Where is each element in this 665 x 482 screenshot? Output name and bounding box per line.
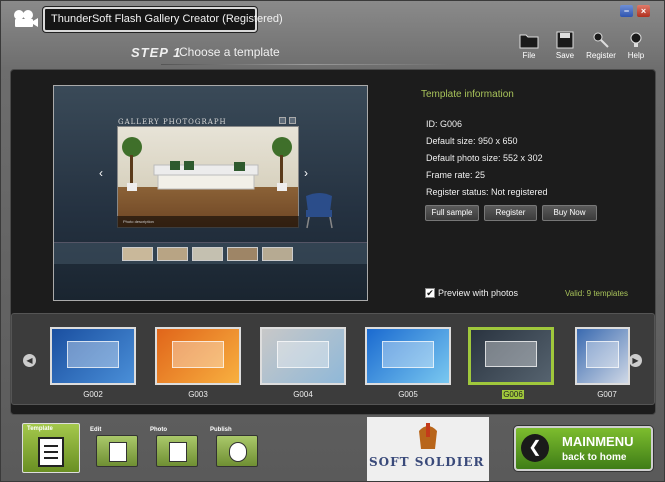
- template-label: G004: [293, 390, 313, 399]
- app-window: ThunderSoft Flash Gallery Creator (Regis…: [0, 0, 665, 482]
- template-preview-frame: [586, 340, 619, 368]
- key-icon: [593, 32, 609, 48]
- template-preview-frame: [66, 340, 120, 368]
- gallery-title: GALLERY PHOTOGRAPH: [118, 118, 227, 126]
- template-thumbnail-g005[interactable]: [365, 327, 451, 385]
- valid-templates-text: Valid: 9 templates: [565, 289, 628, 298]
- frame-rate: Frame rate: 25: [426, 170, 486, 180]
- step-underline: [161, 64, 451, 65]
- default-size: Default size: 950 x 650: [426, 136, 518, 146]
- template-preview-frame: [171, 340, 225, 368]
- main-menu-button[interactable]: ❮ MAINMENU back to home: [514, 426, 653, 471]
- file-label: File: [522, 51, 536, 60]
- scroll-right-button[interactable]: ▶: [629, 354, 642, 367]
- app-logo-icon: [14, 10, 38, 27]
- template-thumbnail-g002[interactable]: [50, 327, 136, 385]
- step-label: STEP 1: [131, 45, 182, 60]
- template-thumbnail-g004[interactable]: [260, 327, 346, 385]
- template-id: ID: G006: [426, 119, 463, 129]
- default-photo-size: Default photo size: 552 x 302: [426, 153, 543, 163]
- gallery-button-icon: [279, 117, 286, 124]
- window-title-box: ThunderSoft Flash Gallery Creator (Regis…: [43, 7, 283, 32]
- lightbulb-icon: [630, 32, 642, 47]
- chair-image: [306, 193, 333, 229]
- preview-photo: [117, 126, 299, 228]
- preview-thumbnail[interactable]: [122, 247, 153, 261]
- tab-photo-label: Photo: [150, 427, 167, 433]
- template-info-heading: Template information: [421, 89, 514, 100]
- living-room-image: [122, 137, 292, 191]
- template-label: G007: [597, 390, 617, 399]
- buy-now-button[interactable]: Buy Now: [542, 205, 597, 221]
- tab-photo[interactable]: Photo: [146, 425, 208, 471]
- preview-next-arrow[interactable]: ›: [304, 166, 308, 180]
- help-button[interactable]: Help: [616, 31, 656, 60]
- window-title: ThunderSoft Flash Gallery Creator (Regis…: [51, 13, 283, 25]
- save-label: Save: [555, 51, 575, 60]
- preview-thumbnail-strip: [54, 242, 367, 264]
- template-preview: GALLERY PHOTOGRAPH Photo description ‹ ›: [53, 85, 368, 301]
- file-button[interactable]: File: [509, 31, 549, 60]
- soldier-helmet-icon: [419, 423, 437, 449]
- template-preview-frame: [276, 340, 330, 368]
- gallery-button-icon: [289, 117, 296, 124]
- document-icon: [38, 437, 64, 467]
- preview-thumbnail[interactable]: [192, 247, 223, 261]
- help-label: Help: [627, 51, 645, 60]
- watermark: SOFT SOLDIER: [367, 417, 489, 481]
- tab-template-label: Template: [27, 426, 53, 432]
- main-menu-title: MAINMENU: [562, 434, 634, 449]
- register-status: Register status: Not registered: [426, 187, 548, 197]
- register-label: Register: [586, 51, 616, 60]
- folder-icon: [519, 34, 539, 49]
- template-thumbnail-g006[interactable]: [468, 327, 554, 385]
- save-button[interactable]: Save: [545, 31, 585, 60]
- tab-publish-label: Publish: [210, 427, 232, 433]
- save-icon: [556, 31, 574, 49]
- minimize-button[interactable]: −: [620, 5, 633, 17]
- publish-folder-icon: [216, 435, 258, 467]
- preview-with-photos-label: Preview with photos: [438, 288, 519, 298]
- full-sample-button[interactable]: Full sample: [425, 205, 479, 221]
- register-template-button[interactable]: Register: [484, 205, 537, 221]
- edit-folder-icon: [96, 435, 138, 467]
- main-menu-subtitle: back to home: [562, 452, 627, 463]
- template-thumbnail-g007[interactable]: [575, 327, 630, 385]
- tab-edit-label: Edit: [90, 427, 102, 433]
- template-thumbnail-g003[interactable]: [155, 327, 241, 385]
- scroll-left-button[interactable]: ◀: [23, 354, 36, 367]
- template-label: G002: [83, 390, 103, 399]
- preview-thumbnail[interactable]: [227, 247, 258, 261]
- step-title: Choose a template: [179, 45, 280, 59]
- preview-thumbnail[interactable]: [262, 247, 293, 261]
- photo-folder-icon: [156, 435, 198, 467]
- preview-with-photos-checkbox[interactable]: ✔: [425, 288, 435, 298]
- photo-description: Photo description: [117, 216, 299, 228]
- preview-prev-arrow[interactable]: ‹: [99, 166, 103, 180]
- template-label: G003: [188, 390, 208, 399]
- register-button[interactable]: Register: [581, 31, 621, 60]
- template-preview-frame: [485, 341, 537, 368]
- back-arrow-icon: ❮: [521, 434, 549, 462]
- template-label: G005: [398, 390, 418, 399]
- template-preview-frame: [381, 340, 435, 368]
- template-label: G006: [502, 390, 524, 399]
- tab-edit[interactable]: Edit: [86, 425, 148, 471]
- watermark-text: SOFT SOLDIER: [369, 455, 485, 469]
- tab-template[interactable]: Template: [22, 423, 80, 473]
- close-button[interactable]: ×: [637, 5, 650, 17]
- tab-publish[interactable]: Publish: [206, 425, 268, 471]
- preview-thumbnail[interactable]: [157, 247, 188, 261]
